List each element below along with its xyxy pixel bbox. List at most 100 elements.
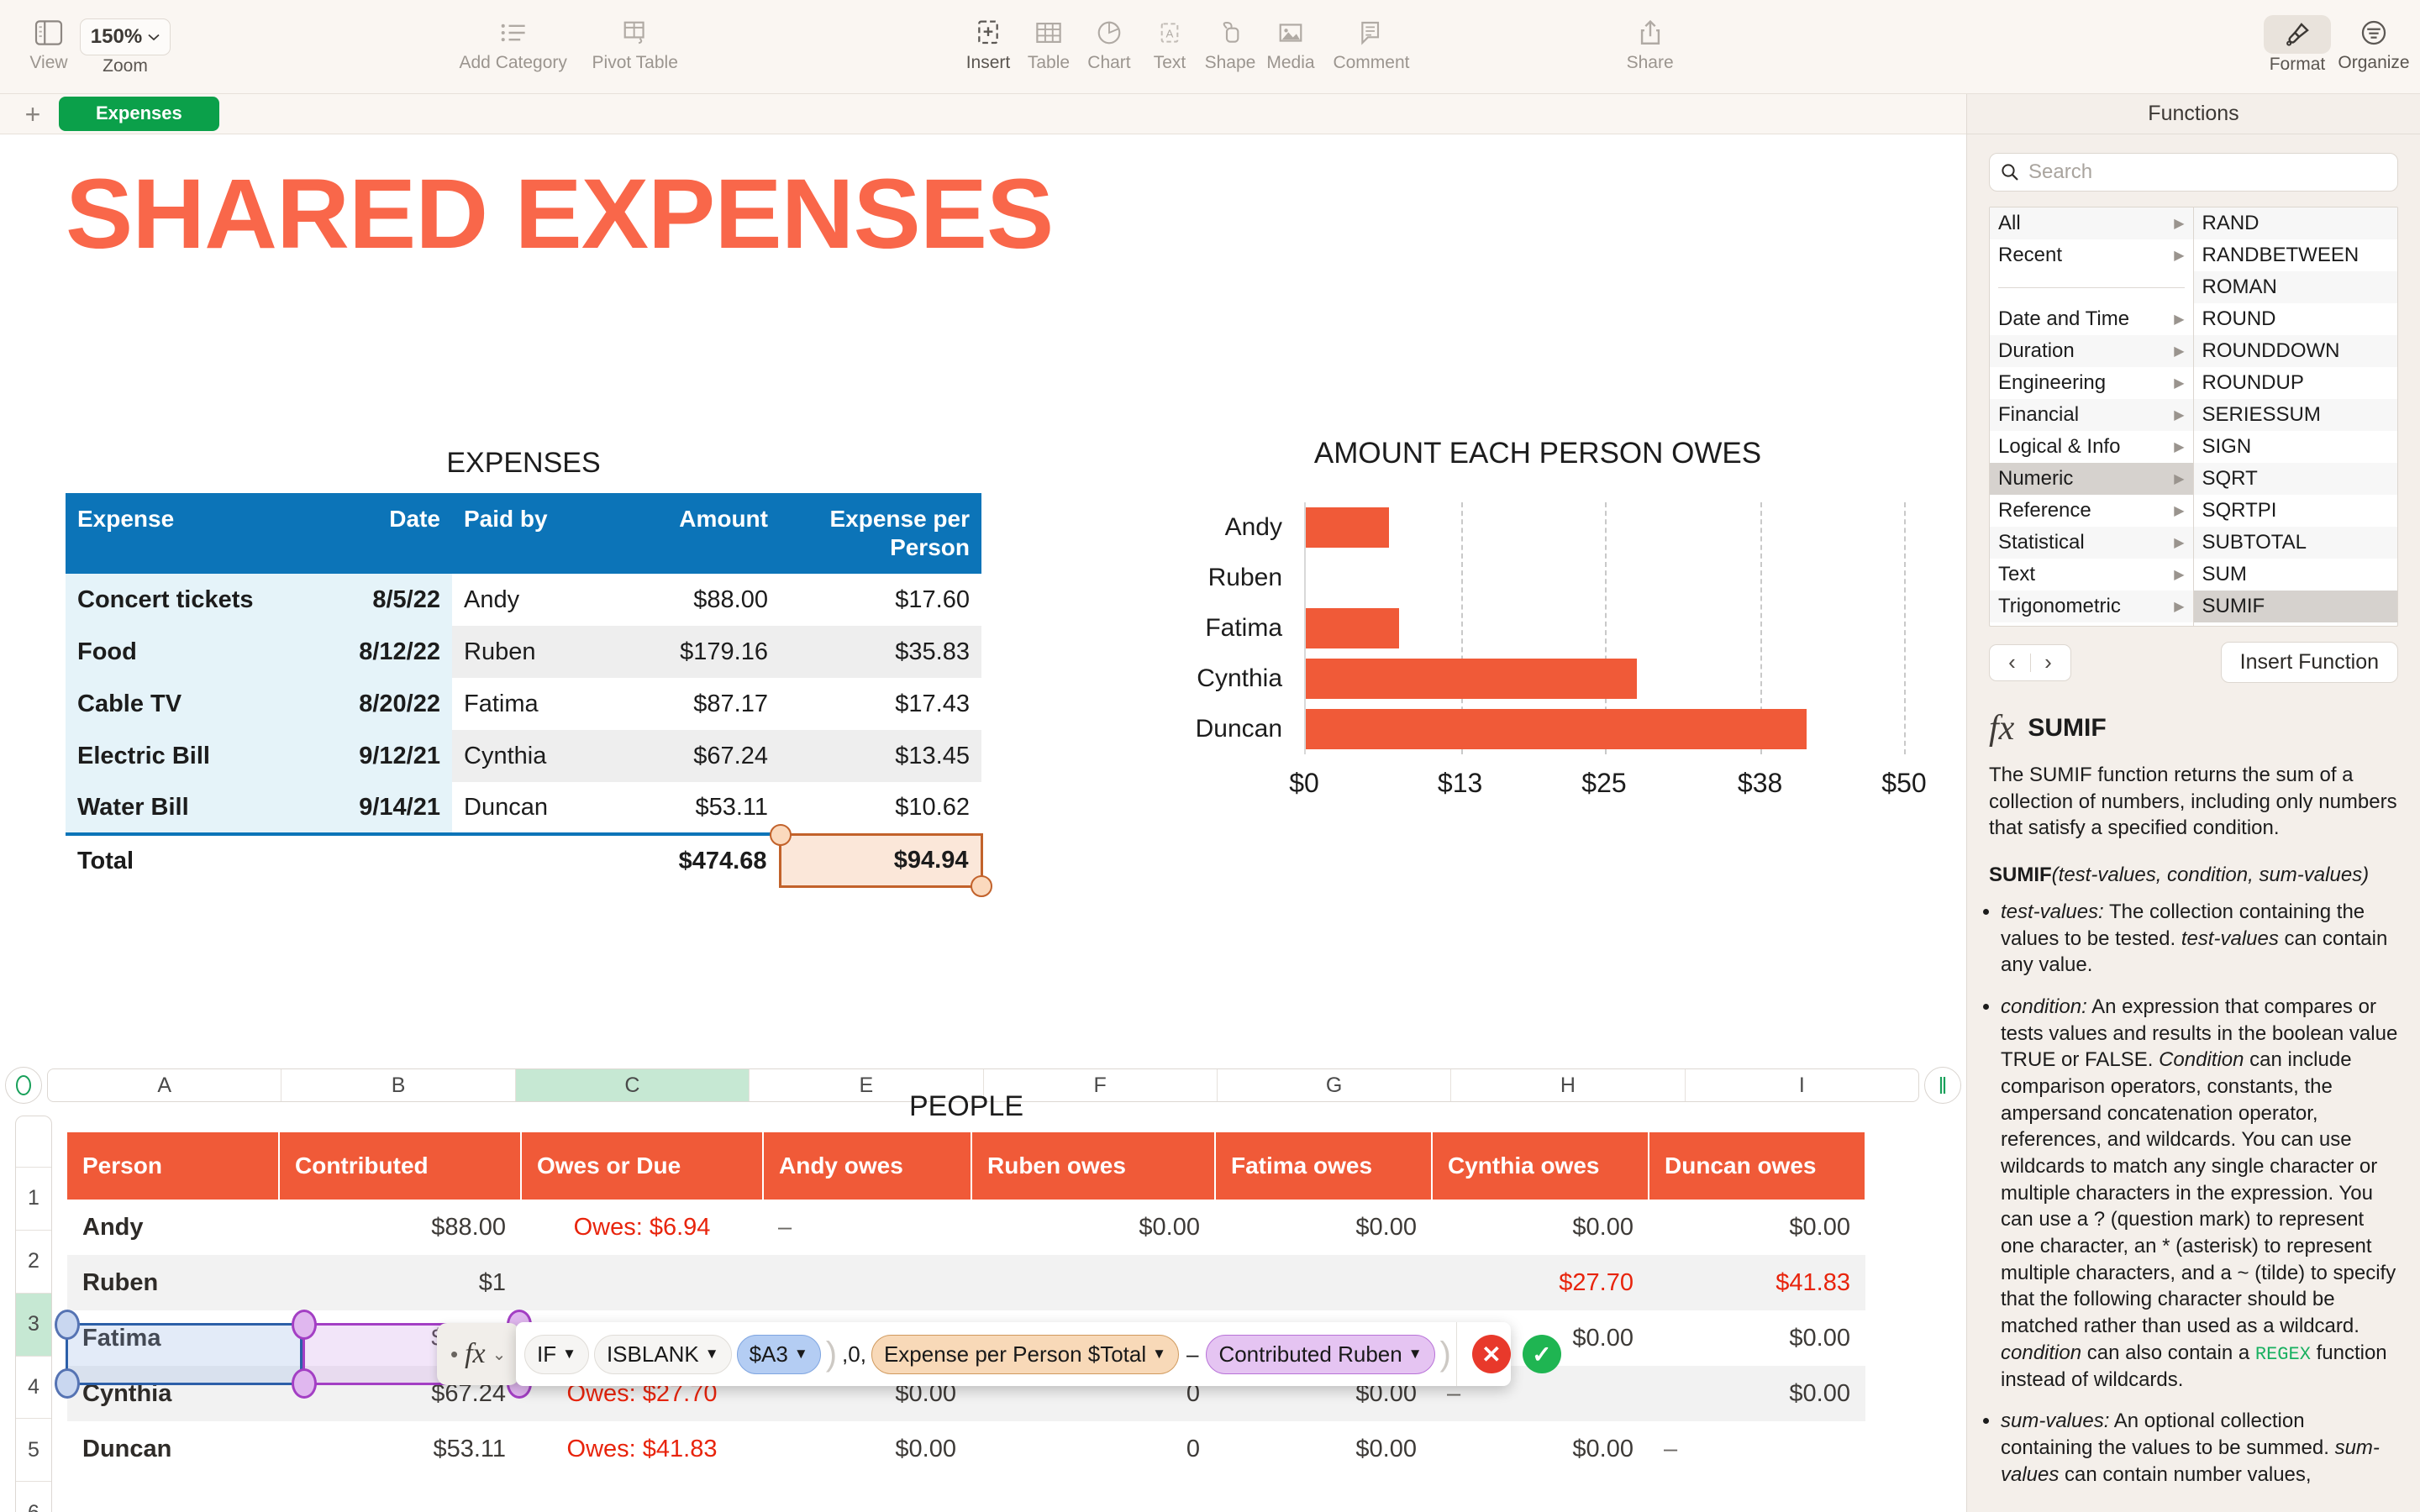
total-amount[interactable]: $474.68 bbox=[612, 832, 780, 887]
function-category-engineering[interactable]: Engineering ▶ bbox=[1990, 367, 2193, 399]
row-header-4[interactable]: 4 bbox=[16, 1357, 51, 1420]
function-item-rand[interactable]: RAND bbox=[2193, 207, 2397, 239]
cell-amount[interactable]: $67.24 bbox=[612, 730, 780, 783]
table-row[interactable]: Concert tickets 8/5/22 Andy $88.00 $17.6… bbox=[66, 574, 981, 627]
function-category-logical-info[interactable]: Logical & Info ▶ bbox=[1990, 431, 2193, 463]
table-row[interactable]: Ruben $1 $27.70 $41.83 bbox=[67, 1255, 1865, 1310]
row-header-6[interactable]: 6 bbox=[16, 1482, 51, 1512]
cell-perperson[interactable]: $17.43 bbox=[780, 678, 981, 730]
pivot-table-button[interactable]: Pivot Table bbox=[576, 0, 694, 71]
function-item-roundup[interactable]: ROUNDUP bbox=[2194, 367, 2398, 399]
cell-expense[interactable]: Concert tickets bbox=[66, 574, 301, 627]
formula-cancel-button[interactable]: ✕ bbox=[1471, 1335, 1511, 1373]
cell-person[interactable]: Duncan bbox=[67, 1421, 279, 1477]
zoom-dropdown[interactable]: 150% bbox=[79, 18, 171, 55]
selection-handle-bottom-right[interactable] bbox=[970, 874, 992, 897]
cell-duncan-owes[interactable]: $0.00 bbox=[1649, 1310, 1865, 1366]
table-row[interactable]: Food 8/12/22 Ruben $179.16 $35.83 bbox=[66, 626, 981, 679]
function-item-sqrtpi[interactable]: SQRTPI bbox=[2194, 495, 2398, 527]
cell-person[interactable]: Andy bbox=[67, 1200, 279, 1255]
function-category-reference[interactable]: Reference ▶ bbox=[1990, 495, 2193, 527]
formula-editor-bar[interactable]: IF ▼ ISBLANK ▼ $A3 ▼ ) ,0, Expense per P… bbox=[516, 1322, 1561, 1386]
cell-owes-or-due[interactable]: Owes: $6.94 bbox=[521, 1200, 763, 1255]
function-item-sqrt[interactable]: SQRT bbox=[2193, 463, 2397, 495]
cell-duncan-owes[interactable]: $0.00 bbox=[1649, 1200, 1865, 1255]
formula-token-if[interactable]: IF ▼ bbox=[524, 1334, 589, 1374]
function-category-text[interactable]: Text ▶ bbox=[1990, 559, 2193, 591]
function-category-statistical[interactable]: Statistical ▶ bbox=[1990, 527, 2193, 559]
cell-paidby[interactable]: Duncan bbox=[452, 782, 612, 834]
view-button[interactable]: View bbox=[18, 0, 79, 71]
organize-button[interactable]: Organize bbox=[2328, 0, 2420, 71]
selection-handle-blue-bottom[interactable] bbox=[55, 1368, 80, 1399]
cell-ruben-owes[interactable]: 0 bbox=[971, 1421, 1215, 1477]
cell-fatima-owes[interactable]: $0.00 bbox=[1215, 1421, 1432, 1477]
row-header-spacer[interactable] bbox=[16, 1116, 51, 1168]
function-item-seriessum[interactable]: SERIESSUM bbox=[2193, 399, 2397, 431]
function-category-duration[interactable]: Duration ▶ bbox=[1990, 335, 2193, 367]
insert-button[interactable]: Insert bbox=[958, 0, 1018, 71]
function-item-round[interactable]: ROUND bbox=[2194, 303, 2398, 335]
function-category-list[interactable]: All ▶ Recent ▶ Date and Time ▶ Duration ▶ Engine… bbox=[1990, 207, 2194, 626]
selection-handle-purple-bottom[interactable] bbox=[292, 1368, 317, 1399]
chevron-down-icon[interactable]: ⌄ bbox=[492, 1344, 507, 1365]
add-category-button[interactable]: Add Category bbox=[450, 0, 576, 71]
table-row[interactable]: Cable TV 8/20/22 Fatima $87.17 $17.43 bbox=[66, 678, 981, 731]
regex-link[interactable]: REGEX bbox=[2255, 1344, 2311, 1365]
cell-perperson[interactable]: $10.62 bbox=[780, 782, 981, 834]
selection-handle-blue-top[interactable] bbox=[55, 1310, 80, 1340]
formula-accept-button[interactable]: ✓ bbox=[1522, 1335, 1561, 1373]
cell-owes-or-due[interactable] bbox=[521, 1255, 763, 1310]
cell-amount[interactable]: $53.11 bbox=[612, 782, 780, 834]
function-category-date-and-time[interactable]: Date and Time ▶ bbox=[1990, 303, 2193, 335]
selected-cell-total-per-person[interactable]: $94.94 bbox=[769, 823, 992, 897]
function-category-trigonometric[interactable]: Trigonometric ▶ bbox=[1990, 591, 2193, 622]
cell-duncan-owes[interactable]: $41.83 bbox=[1649, 1255, 1865, 1310]
function-item-rounddown[interactable]: ROUNDDOWN bbox=[2193, 335, 2397, 367]
cell-paidby[interactable]: Ruben bbox=[452, 626, 612, 679]
share-button[interactable]: Share bbox=[1620, 0, 1681, 71]
select-all-button[interactable] bbox=[5, 1067, 42, 1104]
cell-date[interactable]: 8/20/22 bbox=[301, 678, 452, 731]
shape-button[interactable]: Shape bbox=[1200, 0, 1260, 71]
cell-person[interactable]: Ruben bbox=[67, 1255, 279, 1310]
table-button[interactable]: Table bbox=[1018, 0, 1079, 71]
cell-expense[interactable]: Food bbox=[66, 626, 301, 679]
function-item-randbetween[interactable]: RANDBETWEEN bbox=[2194, 239, 2398, 271]
cell-perperson[interactable]: $13.45 bbox=[780, 730, 981, 783]
cell-ruben-owes[interactable]: $0.00 bbox=[971, 1200, 1215, 1255]
cell-andy-owes[interactable] bbox=[763, 1255, 971, 1310]
table-row[interactable]: Duncan $53.11 Owes: $41.83 $0.00 0 $0.00… bbox=[67, 1421, 1865, 1477]
comment-button[interactable]: Comment bbox=[1321, 0, 1422, 71]
function-category-numeric[interactable]: Numeric ▶ bbox=[1990, 463, 2193, 495]
cell-cynthia-owes[interactable]: $27.70 bbox=[1432, 1255, 1649, 1310]
formula-token-contributed-ruben[interactable]: Contributed Ruben ▼ bbox=[1206, 1334, 1435, 1374]
cell-amount[interactable]: $179.16 bbox=[612, 626, 780, 679]
cell-date[interactable]: 8/5/22 bbox=[301, 574, 452, 627]
cell-paidby[interactable]: Cynthia bbox=[452, 730, 612, 783]
table-row[interactable]: Electric Bill 9/12/21 Cynthia $67.24 $13… bbox=[66, 730, 981, 783]
cell-amount[interactable]: $88.00 bbox=[612, 574, 780, 626]
cell-cynthia-owes[interactable]: $0.00 bbox=[1432, 1421, 1649, 1477]
function-item-sumif[interactable]: SUMIF bbox=[2193, 591, 2397, 622]
selection-handle-purple-top[interactable] bbox=[292, 1310, 317, 1340]
row-header-1[interactable]: 1 bbox=[16, 1168, 51, 1231]
cell-owes-or-due[interactable]: Owes: $41.83 bbox=[521, 1421, 763, 1477]
cell-perperson[interactable]: $17.60 bbox=[780, 574, 981, 626]
function-item-subtotal[interactable]: SUBTOTAL bbox=[2193, 527, 2397, 559]
formula-token-ref-a3[interactable]: $A3 ▼ bbox=[736, 1334, 821, 1374]
zoom-control[interactable]: 150% Zoom bbox=[79, 0, 171, 75]
cell-paidby[interactable]: Andy bbox=[452, 574, 612, 626]
cell-contributed[interactable]: $53.11 bbox=[279, 1421, 521, 1477]
function-category-recent[interactable]: Recent ▶ bbox=[1990, 239, 2193, 271]
function-category-financial[interactable]: Financial ▶ bbox=[1990, 399, 2193, 431]
function-nav-buttons[interactable]: ‹ › bbox=[1989, 643, 2071, 681]
expenses-total-row[interactable]: Total $474.68 $94.94 bbox=[66, 823, 992, 897]
format-button[interactable]: Format bbox=[2264, 0, 2331, 73]
next-button[interactable]: › bbox=[2031, 649, 2066, 675]
owes-bar-chart[interactable]: AMOUNT EACH PERSON OWES Andy Ruben Fatim… bbox=[1160, 437, 1927, 798]
cell-date[interactable]: 9/12/21 bbox=[301, 730, 452, 783]
cell-amount[interactable]: $87.17 bbox=[612, 678, 780, 730]
chart-button[interactable]: Chart bbox=[1079, 0, 1139, 71]
row-header-2[interactable]: 2 bbox=[16, 1231, 51, 1294]
